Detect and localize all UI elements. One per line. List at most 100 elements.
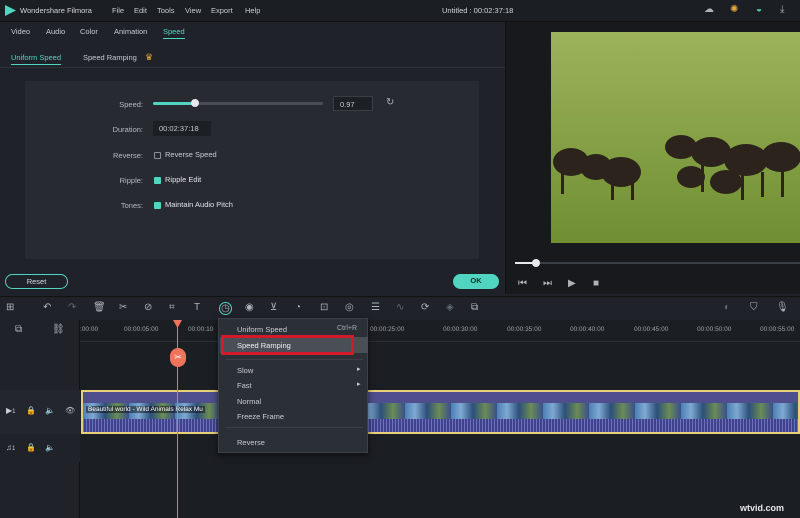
reset-button[interactable]: Reset xyxy=(5,274,68,289)
speed-slider-handle[interactable] xyxy=(191,99,199,107)
reverse-label: Reverse: xyxy=(112,151,143,160)
menu-tools[interactable]: Tools xyxy=(157,6,175,15)
video-track-number: 1 xyxy=(12,409,16,415)
text-icon[interactable]: T xyxy=(194,303,200,313)
menu-view[interactable]: View xyxy=(185,6,201,15)
reset-speed-icon[interactable]: ↻ xyxy=(386,98,394,108)
tab-audio[interactable]: Audio xyxy=(46,27,65,36)
duration-value: 00:02:37:18 xyxy=(159,124,199,133)
menu-edit[interactable]: Edit xyxy=(134,6,147,15)
menu-export[interactable]: Export xyxy=(211,6,233,15)
watermark: wtvid.com xyxy=(740,503,785,513)
keyframe-icon[interactable]: ◈ xyxy=(446,303,454,313)
duration-icon[interactable]: ◔ xyxy=(295,303,301,313)
color-icon[interactable]: ◉ xyxy=(245,303,254,313)
ok-button[interactable]: OK xyxy=(453,274,499,289)
step-icon[interactable]: ⏭ xyxy=(543,279,552,289)
mask-icon[interactable]: ◎ xyxy=(345,303,354,313)
ripple-edit-checkbox[interactable]: Ripple Edit xyxy=(154,175,201,184)
stop-icon[interactable]: ■ xyxy=(593,279,599,289)
timeline-toolbar: ⊞ ↶ ↷ 🗑 ✂ ⊘ ⌗ T ◷ ◉ ⊻ ◔ ⊡ ◎ ☰ ∿ ⟳ ◈ ⧉ ◐ … xyxy=(0,296,800,320)
tick-label: 00:00:45:00 xyxy=(634,326,669,333)
render-icon[interactable]: ◐ xyxy=(724,303,730,313)
subtab-uniform-speed[interactable]: Uniform Speed xyxy=(11,53,62,65)
menu-divider xyxy=(225,359,363,360)
ripple-edit-text: Ripple Edit xyxy=(165,175,202,184)
cut-icon[interactable]: ✂ xyxy=(119,303,127,313)
menu-item-uniform-speed[interactable]: Uniform Speed xyxy=(237,325,287,334)
clip-title: Beautiful world - Wild Animals Relax Mu xyxy=(86,406,205,413)
menu-item-slow[interactable]: Slow xyxy=(237,366,253,375)
submenu-arrow-icon: ▸ xyxy=(357,381,361,388)
speaker-icon[interactable]: 🔈 xyxy=(45,406,55,416)
checkbox-checked-icon xyxy=(154,176,161,184)
tab-animation[interactable]: Animation xyxy=(114,27,147,36)
music-track-icon: ♫1 xyxy=(6,443,16,452)
brightness-icon[interactable]: ✺ xyxy=(730,5,738,15)
duration-field[interactable]: 00:02:37:18 xyxy=(153,121,211,136)
play-icon[interactable]: ▶ xyxy=(568,279,576,289)
speed-slider[interactable] xyxy=(153,99,323,107)
headset-icon[interactable]: ◒ xyxy=(756,5,762,15)
tab-speed[interactable]: Speed xyxy=(163,27,185,39)
video-track-icon: ▶1 xyxy=(6,406,16,415)
maintain-audio-pitch-checkbox[interactable]: Maintain Audio Pitch xyxy=(154,200,233,209)
cloud-icon[interactable]: ☁ xyxy=(704,5,714,15)
previous-frame-icon[interactable]: ⏮ xyxy=(518,279,527,289)
audio-wave-icon[interactable]: ∿ xyxy=(396,303,404,313)
tick-label: 00:00:40:00 xyxy=(570,326,605,333)
speed-value-field[interactable]: 0.97 xyxy=(333,96,373,111)
player-progress-bar[interactable] xyxy=(515,259,800,267)
delete-icon[interactable]: 🗑 xyxy=(93,303,106,313)
menu-item-speed-ramping[interactable]: Speed Ramping xyxy=(237,341,291,350)
adjust-icon[interactable]: ☰ xyxy=(371,303,380,313)
menu-item-normal[interactable]: Normal xyxy=(237,397,261,406)
audio-track-number: 1 xyxy=(12,446,16,452)
disable-icon[interactable]: ⊘ xyxy=(144,303,152,313)
audio-waveform xyxy=(83,419,798,432)
menu-item-freeze-frame[interactable]: Freeze Frame xyxy=(237,412,284,421)
add-track-icon[interactable]: ⧉ xyxy=(15,325,22,335)
microphone-icon[interactable]: 🎙 xyxy=(776,303,789,313)
crown-icon: ♛ xyxy=(145,52,154,62)
download-icon[interactable]: ⤓ xyxy=(780,5,784,15)
reverse-speed-text: Reverse Speed xyxy=(165,150,217,159)
tones-label: Tones: xyxy=(120,201,143,210)
link-icon[interactable]: ⛓ xyxy=(52,325,65,335)
split-screen-icon[interactable]: ⧉ xyxy=(471,303,478,313)
clip-header xyxy=(83,392,798,403)
video-clip[interactable]: Beautiful world - Wild Animals Relax Mu xyxy=(81,390,800,434)
reverse-speed-checkbox[interactable]: Reverse Speed xyxy=(154,150,217,159)
video-preview xyxy=(551,32,800,243)
speed-icon[interactable]: ◷ xyxy=(219,302,232,315)
fit-icon[interactable]: ⊡ xyxy=(320,303,328,313)
player-playhead[interactable] xyxy=(532,259,540,267)
submenu-arrow-icon: ▸ xyxy=(357,366,361,373)
filmora-logo-icon xyxy=(5,5,16,16)
menu-file[interactable]: File xyxy=(112,6,124,15)
lock-icon[interactable]: 🔒 xyxy=(26,406,36,416)
menu-divider xyxy=(225,427,363,428)
time-ruler[interactable]: :00:00 00:00:05:00 00:00:10 00:00:25:00 … xyxy=(80,320,800,342)
lock-icon[interactable]: 🔒 xyxy=(26,443,36,453)
redo-icon[interactable]: ↷ xyxy=(68,303,76,313)
eye-icon[interactable]: 👁 xyxy=(65,406,75,416)
crop-icon[interactable]: ⌗ xyxy=(169,303,175,313)
tick-label: 00:00:55:00 xyxy=(760,326,795,333)
stabilize-icon[interactable]: ⊻ xyxy=(270,303,277,313)
undo-icon[interactable]: ↶ xyxy=(43,303,51,313)
menu-help[interactable]: Help xyxy=(245,6,260,15)
speed-subtabs: Uniform Speed Speed Ramping ♛ xyxy=(0,42,505,68)
tab-color[interactable]: Color xyxy=(80,27,98,36)
subtab-speed-ramping[interactable]: Speed Ramping xyxy=(83,53,137,62)
property-tabs: Video Audio Color Animation Speed xyxy=(0,22,505,42)
tick-label: 00:00:10 xyxy=(188,326,214,333)
motion-icon[interactable]: ⟳ xyxy=(421,303,429,313)
speaker-icon[interactable]: 🔈 xyxy=(45,443,55,453)
menu-item-reverse[interactable]: Reverse xyxy=(237,438,265,447)
grid-icon[interactable]: ⊞ xyxy=(6,303,14,313)
split-marker-icon[interactable]: ✂ xyxy=(170,348,186,367)
shield-icon[interactable]: ⛉ xyxy=(750,303,758,313)
tab-video[interactable]: Video xyxy=(11,27,30,36)
menu-item-fast[interactable]: Fast xyxy=(237,381,252,390)
